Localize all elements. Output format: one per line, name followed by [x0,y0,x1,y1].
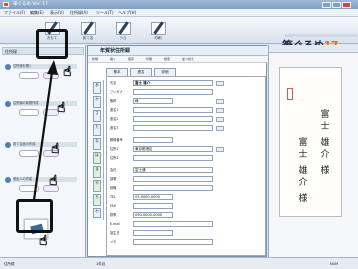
pointer-hand-icon: ☝ [49,173,58,189]
pointer-hand-icon: ☝ [63,64,72,80]
app-window: 筆ぐるめ Ver. 17 ファイル(F) 編集(E) 表示(V) 住所録(A) … [0,0,358,269]
arrow-overlay [32,60,58,201]
arrow-head-icon [47,60,58,75]
pointer-hand-icon: ☝ [57,100,66,116]
pointer-hand-icon: ☝ [39,233,48,249]
pointer-hand-icon: ☝ [51,141,60,157]
